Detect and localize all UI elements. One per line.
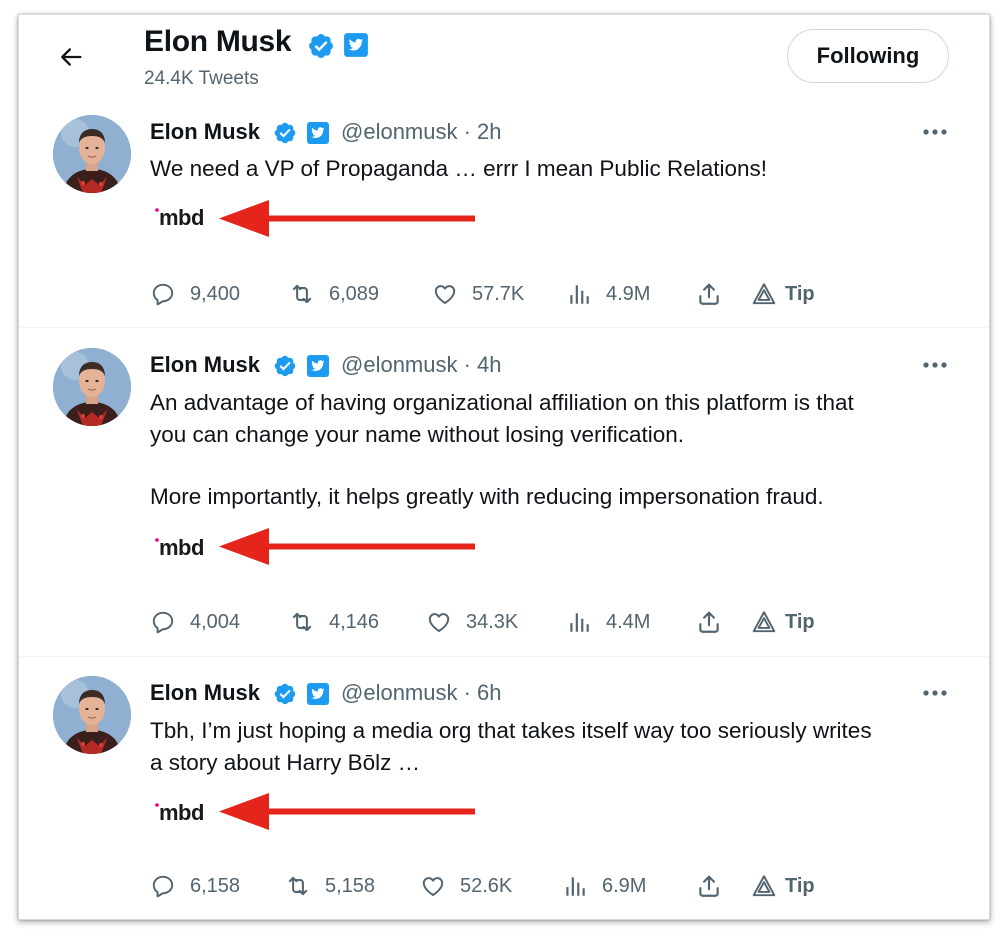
tip-icon [751, 873, 777, 899]
views-button[interactable]: 4.4M [566, 606, 650, 638]
tip-label: Tip [785, 282, 815, 305]
verified-badge-icon [273, 682, 297, 706]
tweet-actions: 6,158 5,158 52.6K 6.9M Tip [150, 870, 850, 902]
heart-icon [432, 281, 458, 307]
bar-chart-icon [562, 873, 588, 899]
more-options-icon[interactable] [921, 688, 949, 698]
retweet-button[interactable]: 5,158 [285, 870, 375, 902]
profile-name: Elon Musk [144, 25, 292, 58]
bar-chart-icon [566, 281, 592, 307]
tweet-text-line: An advantage of having organizational af… [150, 390, 854, 415]
mbd-watermark [153, 203, 223, 231]
like-count: 52.6K [460, 874, 513, 897]
retweet-icon [285, 873, 311, 899]
reply-count: 6,158 [190, 874, 241, 897]
reply-count: 4,004 [190, 610, 241, 633]
verified-badge-icon [273, 354, 297, 378]
profile-timeline-panel: Elon Musk 24.4K Tweets Following Elon Mu… [18, 14, 990, 920]
tweet[interactable]: Elon Musk @elonmusk · 2h We need a VP of… [19, 115, 989, 327]
view-count: 6.9M [602, 874, 647, 897]
retweet-button[interactable]: 6,089 [289, 278, 379, 310]
more-options-icon[interactable] [921, 360, 949, 370]
avatar[interactable] [53, 676, 131, 754]
author-name[interactable]: Elon Musk [150, 680, 260, 706]
tweet[interactable]: Elon Musk @elonmusk · 6h Tbh, I’m just h… [19, 676, 989, 916]
view-count: 4.9M [606, 282, 651, 305]
tweet-text-line: We need a VP of Propaganda … errr I mean… [150, 156, 768, 181]
more-options-icon[interactable] [921, 127, 949, 137]
retweet-count: 4,146 [329, 610, 380, 633]
reply-icon [150, 281, 176, 307]
verified-badge-icon [273, 121, 297, 145]
author-name[interactable]: Elon Musk [150, 119, 260, 145]
retweet-count: 6,089 [329, 282, 380, 305]
tip-label: Tip [785, 874, 815, 897]
like-button[interactable]: 57.7K [432, 278, 524, 310]
view-count: 4.4M [606, 610, 651, 633]
red-arrow-annotation [219, 527, 475, 567]
like-button[interactable]: 34.3K [426, 606, 518, 638]
author-handle-time[interactable]: @elonmusk · 2h [341, 119, 502, 145]
heart-icon [420, 873, 446, 899]
retweet-count: 5,158 [325, 874, 376, 897]
retweet-icon [289, 281, 315, 307]
twitter-affiliation-icon [306, 682, 330, 706]
tweet-count: 24.4K Tweets [144, 68, 259, 89]
red-arrow-annotation [219, 199, 475, 239]
reply-icon [150, 609, 176, 635]
like-count: 34.3K [466, 610, 519, 633]
tip-button[interactable]: Tip [751, 278, 815, 310]
share-icon [696, 873, 722, 899]
share-button[interactable] [696, 278, 722, 310]
avatar[interactable] [53, 348, 131, 426]
avatar[interactable] [53, 115, 131, 193]
tip-icon [751, 281, 777, 307]
tweet-actions: 4,004 4,146 34.3K 4.4M Tip [150, 606, 850, 638]
tweet-divider [19, 327, 989, 328]
author-name[interactable]: Elon Musk [150, 352, 260, 378]
bar-chart-icon [566, 609, 592, 635]
tip-button[interactable]: Tip [751, 870, 815, 902]
profile-header: Elon Musk 24.4K Tweets Following [19, 15, 989, 105]
verified-badge-icon [307, 32, 335, 60]
back-arrow-icon[interactable] [57, 43, 85, 71]
twitter-affiliation-icon [306, 354, 330, 378]
reply-button[interactable]: 4,004 [150, 606, 240, 638]
views-button[interactable]: 4.9M [566, 278, 650, 310]
share-icon [696, 609, 722, 635]
like-button[interactable]: 52.6K [420, 870, 512, 902]
reply-count: 9,400 [190, 282, 241, 305]
author-handle-time[interactable]: @elonmusk · 4h [341, 352, 502, 378]
tweet-divider [19, 656, 989, 657]
tip-icon [751, 609, 777, 635]
tweet-text-line: you can change your name without losing … [150, 422, 685, 447]
tip-label: Tip [785, 610, 815, 633]
retweet-button[interactable]: 4,146 [289, 606, 379, 638]
tweet[interactable]: Elon Musk @elonmusk · 4h An advantage of… [19, 348, 989, 658]
share-button[interactable] [696, 606, 722, 638]
mbd-watermark [153, 533, 223, 561]
tip-button[interactable]: Tip [751, 606, 815, 638]
share-button[interactable] [696, 870, 722, 902]
retweet-icon [289, 609, 315, 635]
twitter-affiliation-icon [343, 32, 369, 58]
reply-button[interactable]: 6,158 [150, 870, 240, 902]
author-handle-time[interactable]: @elonmusk · 6h [341, 680, 502, 706]
tweet-text-line: More importantly, it helps greatly with … [150, 484, 824, 509]
like-count: 57.7K [472, 282, 525, 305]
tweet-text-line: Tbh, I’m just hoping a media org that ta… [150, 718, 872, 743]
tweet-text-line: a story about Harry Bōlz … [150, 750, 421, 775]
mbd-watermark [153, 798, 223, 826]
twitter-affiliation-icon [306, 121, 330, 145]
red-arrow-annotation [219, 792, 475, 832]
share-icon [696, 281, 722, 307]
reply-icon [150, 873, 176, 899]
heart-icon [426, 609, 452, 635]
tweet-actions: 9,400 6,089 57.7K 4.9M Tip [150, 278, 850, 310]
reply-button[interactable]: 9,400 [150, 278, 240, 310]
following-button[interactable]: Following [787, 29, 949, 83]
views-button[interactable]: 6.9M [562, 870, 646, 902]
